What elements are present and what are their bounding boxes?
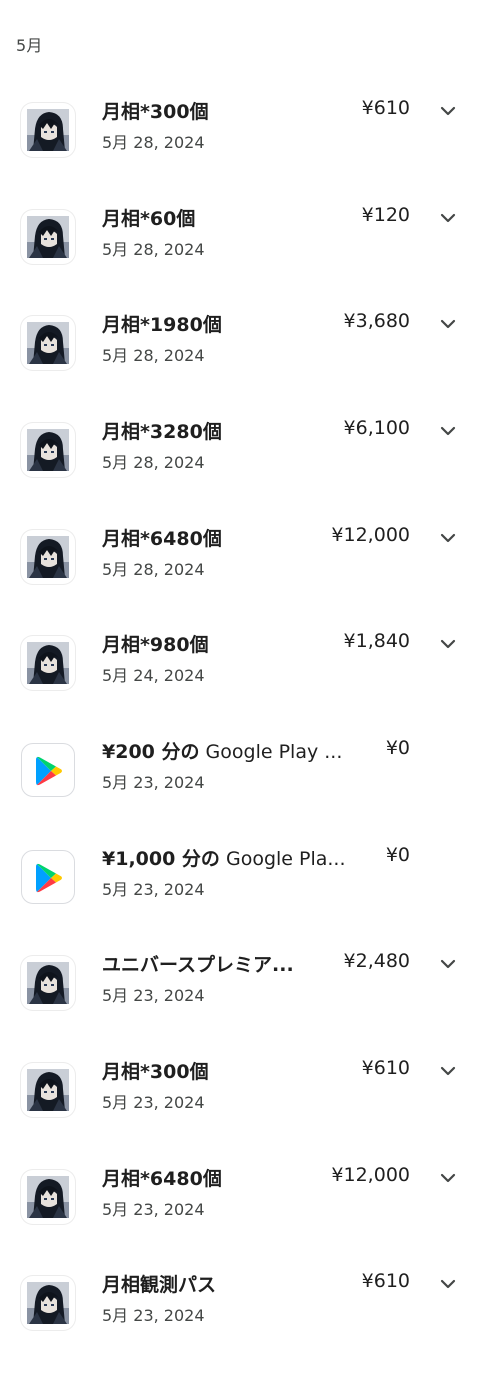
purchase-date: 5月 28, 2024	[102, 346, 205, 365]
purchase-date: 5月 24, 2024	[102, 666, 205, 685]
game-character-icon	[21, 1063, 75, 1117]
item-price: ¥12,000	[331, 524, 410, 546]
item-price: ¥6,100	[343, 417, 410, 439]
item-title-amount: ¥200 分の	[102, 741, 200, 763]
transaction-row[interactable]: 月相*6480個 5月 23, 2024 ¥12,000	[0, 1160, 480, 1267]
item-price: ¥1,840	[343, 630, 410, 652]
transaction-row[interactable]: 月相*980個 5月 24, 2024 ¥1,840	[0, 626, 480, 733]
chevron-down-icon[interactable]	[438, 208, 458, 228]
game-character-icon	[21, 1170, 75, 1224]
item-title-rest: Google Pla...	[219, 848, 346, 870]
game-character-icon	[21, 1276, 75, 1330]
item-price: ¥610	[361, 97, 410, 119]
chevron-down-icon[interactable]	[438, 528, 458, 548]
month-header: 5月	[16, 36, 43, 55]
transaction-row[interactable]: 月相*300個 5月 28, 2024 ¥610	[0, 93, 480, 200]
game-character-icon	[21, 103, 75, 157]
item-title: 月相*980個	[102, 634, 209, 656]
transaction-row[interactable]: 月相*1980個 5月 28, 2024 ¥3,680	[0, 306, 480, 413]
chevron-down-icon[interactable]	[438, 314, 458, 334]
transaction-row[interactable]: ¥1,000 分の Google Pla... 5月 23, 2024 ¥0	[0, 840, 480, 947]
purchase-date: 5月 23, 2024	[102, 773, 205, 792]
transaction-row[interactable]: ユニバースプレミア... 5月 23, 2024 ¥2,480	[0, 946, 480, 1053]
game-character-icon	[21, 530, 75, 584]
item-title: ¥200 分の Google Play ...	[102, 737, 357, 764]
item-price: ¥2,480	[343, 950, 410, 972]
item-price: ¥3,680	[343, 310, 410, 332]
item-title: 月相*300個	[102, 101, 209, 123]
game-character-icon	[21, 210, 75, 264]
item-title: 月相*6480個	[102, 528, 222, 550]
transaction-row[interactable]: 月相*300個 5月 23, 2024 ¥610	[0, 1053, 480, 1160]
purchase-date: 5月 28, 2024	[102, 453, 205, 472]
transaction-row[interactable]: 月相*60個 5月 28, 2024 ¥120	[0, 200, 480, 307]
item-title-amount: ¥1,000 分の	[102, 848, 220, 870]
chevron-down-icon[interactable]	[438, 1061, 458, 1081]
item-title: 月相*60個	[102, 208, 196, 230]
item-price: ¥610	[361, 1270, 410, 1292]
item-price: ¥120	[361, 204, 410, 226]
item-price: ¥610	[361, 1057, 410, 1079]
game-character-icon	[21, 423, 75, 477]
game-character-icon	[21, 956, 75, 1010]
purchase-date: 5月 23, 2024	[102, 1200, 205, 1219]
item-title: 月相*6480個	[102, 1168, 222, 1190]
item-price: ¥0	[385, 844, 410, 866]
item-price: ¥12,000	[331, 1164, 410, 1186]
item-price: ¥0	[385, 737, 410, 759]
item-title: 月相*1980個	[102, 314, 222, 336]
purchase-date: 5月 28, 2024	[102, 133, 205, 152]
google-play-icon	[21, 743, 75, 797]
item-title-rest: Google Play ...	[199, 741, 343, 763]
google-play-icon	[21, 850, 75, 904]
item-title: ユニバースプレミア...	[102, 954, 294, 976]
purchase-date: 5月 28, 2024	[102, 560, 205, 579]
purchase-date: 5月 23, 2024	[102, 986, 205, 1005]
chevron-down-icon[interactable]	[438, 421, 458, 441]
chevron-down-icon[interactable]	[438, 1168, 458, 1188]
chevron-down-icon[interactable]	[438, 634, 458, 654]
purchase-date: 5月 23, 2024	[102, 880, 205, 899]
item-title: ¥1,000 分の Google Pla...	[102, 844, 357, 871]
item-title: 月相観測パス	[102, 1274, 217, 1296]
chevron-down-icon[interactable]	[438, 101, 458, 121]
item-title: 月相*300個	[102, 1061, 209, 1083]
purchase-date: 5月 28, 2024	[102, 240, 205, 259]
chevron-down-icon[interactable]	[438, 1274, 458, 1294]
game-character-icon	[21, 636, 75, 690]
chevron-down-icon[interactable]	[438, 954, 458, 974]
transaction-row[interactable]: 月相*6480個 5月 28, 2024 ¥12,000	[0, 520, 480, 627]
transaction-row[interactable]: ¥200 分の Google Play ... 5月 23, 2024 ¥0	[0, 733, 480, 840]
transaction-row[interactable]: 月相観測パス 5月 23, 2024 ¥610	[0, 1266, 480, 1373]
purchase-date: 5月 23, 2024	[102, 1306, 205, 1325]
game-character-icon	[21, 316, 75, 370]
item-title: 月相*3280個	[102, 421, 222, 443]
transaction-row[interactable]: 月相*3280個 5月 28, 2024 ¥6,100	[0, 413, 480, 520]
purchase-date: 5月 23, 2024	[102, 1093, 205, 1112]
